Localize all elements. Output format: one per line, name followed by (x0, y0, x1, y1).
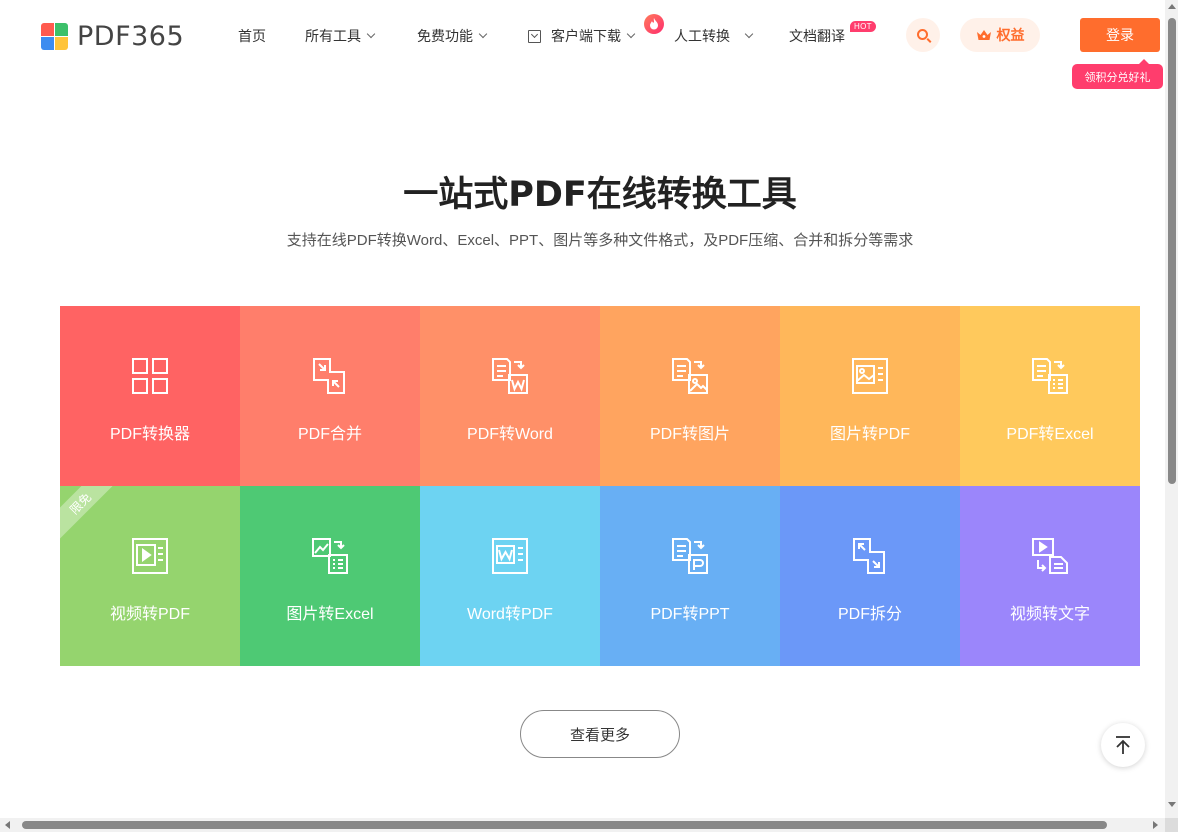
arrow-up-icon (1116, 736, 1130, 754)
scroll-left-icon[interactable] (5, 821, 10, 829)
pdf-to-ppt-icon (672, 538, 708, 574)
chevron-down-icon (744, 29, 754, 39)
page-title: 一站式PDF在线转换工具 (403, 175, 797, 215)
nav-client-download-label: 客户端下载 (551, 28, 621, 44)
scroll-right-icon[interactable] (1153, 821, 1158, 829)
split-icon (853, 538, 885, 574)
pdf-to-image-icon (672, 358, 708, 394)
image-to-pdf-icon (852, 358, 888, 394)
image-to-excel-icon (312, 538, 348, 574)
chevron-down-icon (626, 29, 636, 39)
tool-tile[interactable]: 图片转Excel (240, 486, 420, 666)
nav-client-download[interactable]: 客户端下载 (528, 26, 636, 46)
horizontal-scrollbar[interactable] (0, 818, 1165, 832)
benefits-button[interactable]: 权益 (960, 18, 1040, 52)
hot-badge: HOT (850, 21, 876, 32)
tool-label: PDF转Excel (1006, 426, 1094, 443)
tool-tile[interactable]: PDF转图片 (600, 306, 780, 486)
nav-doc-translate[interactable]: 文档翻译 (789, 26, 845, 46)
search-button[interactable] (906, 18, 940, 52)
tool-tile[interactable]: PDF合并 (240, 306, 420, 486)
scroll-up-icon[interactable] (1168, 4, 1176, 9)
site-header: PDF365 首页 所有工具 免费功能 客户端下载 人工转换 文档翻译 HOT … (0, 0, 1165, 89)
chevron-down-icon (366, 29, 376, 39)
scrollbar-thumb[interactable] (1168, 18, 1176, 484)
logo[interactable]: PDF365 (41, 21, 184, 52)
scroll-down-icon[interactable] (1168, 802, 1176, 807)
nav-all-tools-label: 所有工具 (305, 28, 361, 44)
tool-label: 视频转PDF (109, 606, 190, 623)
nav-manual-convert-label: 人工转换 (674, 28, 730, 44)
tool-tile[interactable]: PDF转PPT (600, 486, 780, 666)
tool-tile[interactable]: Word转PDF (420, 486, 600, 666)
points-gift-tooltip[interactable]: 领积分兑好礼 (1072, 59, 1163, 89)
back-to-top-button[interactable] (1101, 723, 1145, 767)
tool-tile[interactable]: 视频转文字 (960, 486, 1140, 666)
word-to-pdf-icon (492, 538, 528, 574)
benefits-label: 权益 (996, 27, 1025, 43)
tool-label: PDF合并 (297, 426, 362, 443)
video-to-pdf-icon (132, 538, 168, 574)
page-subtitle: 支持在线PDF转换Word、Excel、PPT、图片等多种文件格式，及PDF压缩… (286, 232, 914, 249)
nav-manual-convert[interactable]: 人工转换 (674, 26, 754, 46)
fire-icon (644, 14, 664, 34)
tool-label: 视频转文字 (1009, 606, 1090, 623)
tool-tile[interactable]: PDF转Excel (960, 306, 1140, 486)
nav-free-features[interactable]: 免费功能 (417, 26, 488, 46)
tool-tile[interactable]: PDF转Word (420, 306, 600, 486)
tool-grid: PDF转换器 PDF合并 PDF转Word PDF转图片 图片转PDF PDF转… (60, 306, 1140, 666)
nav-all-tools[interactable]: 所有工具 (305, 26, 376, 46)
tool-tile[interactable]: 限免 视频转PDF (60, 486, 240, 666)
nav-free-features-label: 免费功能 (417, 28, 473, 44)
tool-label: 图片转Excel (286, 606, 374, 623)
scrollbar-corner (1165, 818, 1178, 832)
view-more-button[interactable]: 查看更多 (520, 710, 680, 758)
chevron-down-icon (478, 29, 488, 39)
free-ribbon: 限免 (60, 486, 124, 547)
logo-text: PDF365 (77, 21, 185, 52)
vertical-scrollbar[interactable] (1165, 0, 1178, 818)
pdf-to-excel-icon (1032, 358, 1068, 394)
merge-icon (313, 358, 345, 394)
tool-label: Word转PDF (467, 606, 553, 623)
nav-doc-translate-label: 文档翻译 (789, 28, 845, 44)
tool-label: PDF转PPT (650, 606, 730, 623)
tool-tile[interactable]: 图片转PDF (780, 306, 960, 486)
tool-label: PDF转换器 (109, 426, 190, 443)
grid-icon (132, 358, 168, 394)
download-icon (528, 29, 541, 43)
scrollbar-thumb[interactable] (22, 821, 1107, 829)
tool-tile[interactable]: PDF拆分 (780, 486, 960, 666)
tool-tile[interactable]: PDF转换器 (60, 306, 240, 486)
video-to-text-icon (1032, 538, 1068, 574)
nav-home-label: 首页 (238, 28, 266, 44)
tool-label: PDF转Word (467, 426, 553, 443)
tool-label: PDF转图片 (649, 426, 730, 443)
login-button[interactable]: 登录 (1080, 18, 1160, 52)
tool-label: 图片转PDF (829, 426, 910, 443)
nav-home[interactable]: 首页 (238, 26, 266, 46)
tool-label: PDF拆分 (837, 606, 902, 623)
search-icon (916, 28, 928, 40)
logo-mark-icon (41, 23, 68, 50)
crown-icon (976, 30, 991, 40)
pdf-to-word-icon (492, 358, 528, 394)
